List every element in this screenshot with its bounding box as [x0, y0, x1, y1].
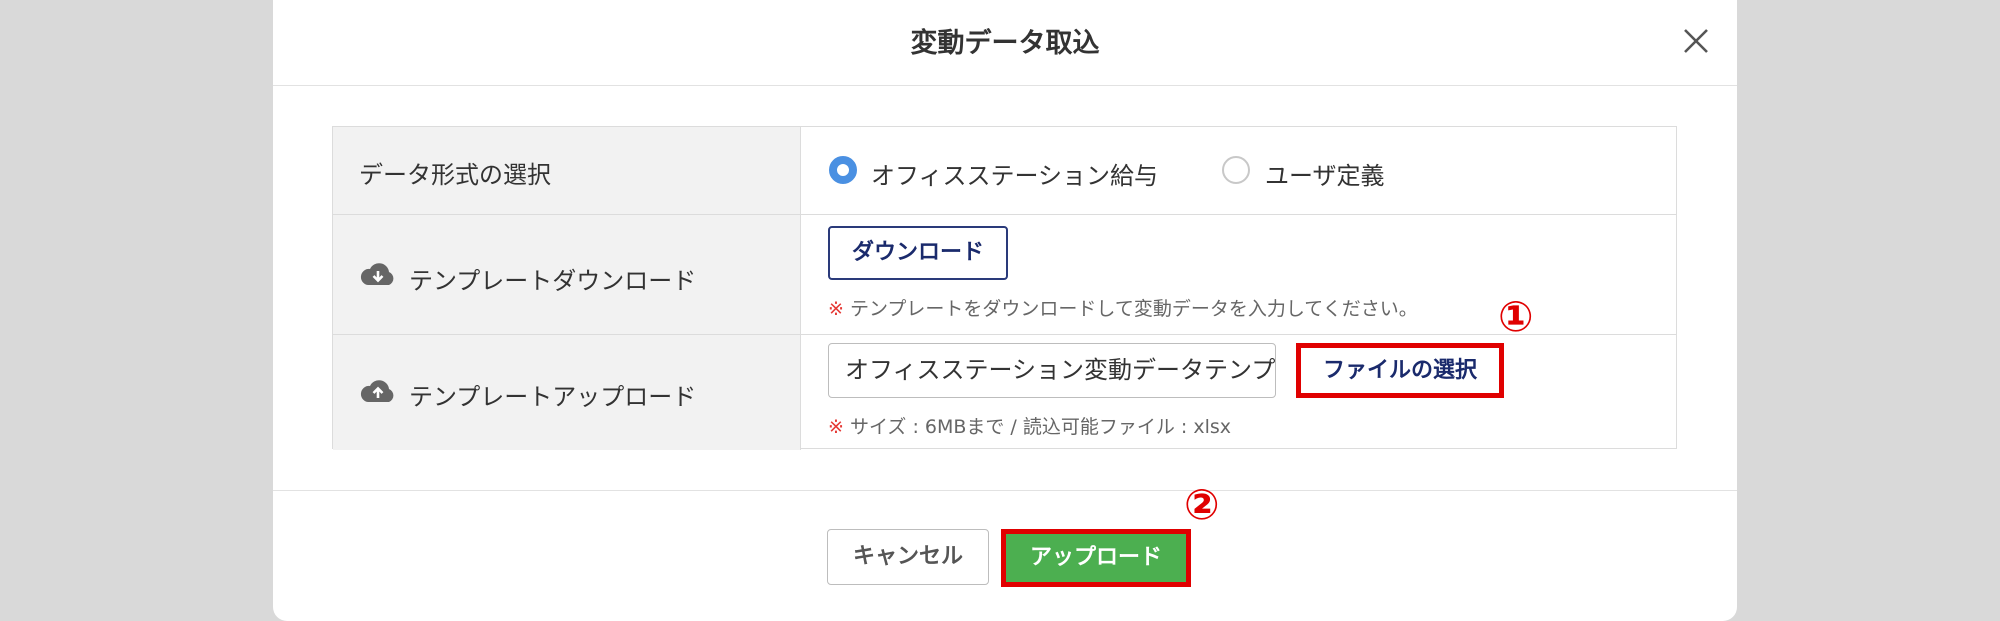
close-icon[interactable]: [1679, 24, 1713, 58]
step-2-marker: ②: [1184, 480, 1220, 529]
radio-user-defined[interactable]: [1222, 156, 1250, 184]
download-note-text: テンプレートをダウンロードして変動データを入力してください。: [849, 298, 1418, 320]
data-format-label: データ形式の選択: [359, 161, 551, 189]
radio-user-defined-label[interactable]: ユーザ定義: [1265, 156, 1385, 191]
dialog-header: 変動データ取込: [273, 0, 1737, 86]
step-1-marker: ①: [1498, 292, 1534, 341]
upload-button[interactable]: アップロード: [1001, 529, 1191, 587]
row-data-format: データ形式の選択 オフィスステーション給与 ユーザ定義: [333, 127, 1676, 215]
upload-note: ※ サイズ : 6MBまで / 読込可能ファイル : xlsx: [828, 412, 1231, 439]
footer-divider: [273, 490, 1737, 491]
template-download-label: テンプレートダウンロード: [409, 267, 697, 295]
form-table: データ形式の選択 オフィスステーション給与 ユーザ定義 テンプレートダウンロード: [332, 126, 1677, 450]
row-label-cell: データ形式の選択: [333, 127, 801, 214]
cancel-button[interactable]: キャンセル: [827, 529, 989, 585]
cloud-upload-icon: [360, 380, 394, 402]
template-upload-label: テンプレートアップロード: [409, 383, 697, 411]
note-mark: ※: [828, 416, 844, 438]
row-label-cell: テンプレートアップロード: [333, 335, 801, 450]
cloud-download-icon: [360, 263, 394, 285]
radio-office-station[interactable]: [829, 156, 857, 184]
note-mark: ※: [828, 298, 844, 320]
download-note: ※ テンプレートをダウンロードして変動データを入力してください。: [828, 294, 1418, 321]
radio-office-station-label[interactable]: オフィスステーション給与: [871, 156, 1158, 191]
upload-note-text: サイズ : 6MBまで / 読込可能ファイル : xlsx: [849, 416, 1232, 438]
dialog-title: 変動データ取込: [910, 28, 1100, 59]
file-name-field[interactable]: オフィスステーション変動データテンプレート: [828, 343, 1276, 398]
download-button[interactable]: ダウンロード: [828, 226, 1008, 280]
select-file-button[interactable]: ファイルの選択: [1296, 343, 1504, 398]
row-label-cell: テンプレートダウンロード: [333, 215, 801, 334]
